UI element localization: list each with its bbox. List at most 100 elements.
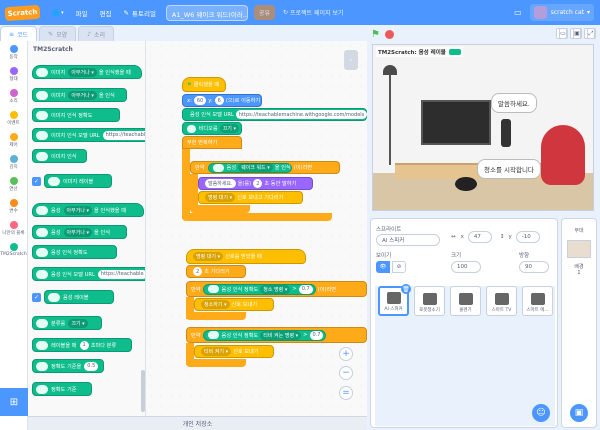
palette-block[interactable]: 이미지 아무거나 ▾ 을 인식했을 때 <box>32 65 142 79</box>
category-item[interactable]: 형태 <box>0 63 27 85</box>
y-input[interactable]: 6 <box>214 96 224 105</box>
wait-block[interactable]: 2 초 기다리기 <box>186 265 246 278</box>
video-dropdown[interactable]: 끄기 ▾ <box>219 124 239 133</box>
direction-input[interactable]: 90 <box>519 261 549 273</box>
category-item[interactable]: 연산 <box>0 173 27 195</box>
threshold-input-2[interactable]: 0.7 <box>309 330 324 340</box>
when-receive-block[interactable]: 명령 대기 ▾ 신호를 받았을 때 <box>186 249 306 264</box>
monitor-checkbox[interactable]: ✓ <box>32 293 41 302</box>
sprite-thumbnail[interactable]: 로봇청소기 <box>414 286 445 316</box>
palette-block[interactable]: 이미지 인식 모델 URL https://teachable <box>32 128 145 142</box>
category-item[interactable]: 동작 <box>0 41 27 63</box>
clean-broadcast-dropdown[interactable]: 청소하기 ▾ <box>201 300 230 309</box>
broadcast-tv-block[interactable]: 티비 켜기 ▾ 신호 보내기 <box>194 345 274 358</box>
sprite-thumbnail[interactable]: 스마트 TV <box>486 286 517 316</box>
palette-block[interactable]: 음성 아무거나 ▾ 을 인식했을 때 <box>32 203 144 217</box>
category-item[interactable]: 감지 <box>0 151 27 173</box>
green-flag-button[interactable]: ⚑ <box>371 29 380 40</box>
palette-block[interactable]: 이미지 레이블 <box>44 174 112 188</box>
category-item[interactable]: 변수 <box>0 195 27 217</box>
category-item[interactable]: 이벤트 <box>0 107 27 129</box>
broadcast-dropdown[interactable]: 명령 대기 ▾ <box>205 193 236 202</box>
forever-block[interactable]: 무한 반복하기 <box>182 136 242 149</box>
choose-sprite-button[interactable]: ☺ <box>532 404 550 422</box>
say-text-input[interactable]: 말씀하세요. <box>205 179 236 188</box>
code-workspace[interactable]: ⚑ 클릭했을 때 x: 60 y: 6 (으)로 이동하기 음성 인식 모델 U… <box>146 41 367 416</box>
zoom-out-button[interactable]: − <box>339 366 353 380</box>
palette-block[interactable]: 레이블을 매 1 초마다 분류 <box>32 338 132 352</box>
show-hidden-button[interactable]: ⊘ <box>392 261 406 273</box>
palette-block-input[interactable]: 1 <box>79 340 89 350</box>
palette-block-dropdown[interactable]: 아무거나 ▾ <box>63 205 93 215</box>
palette-block-dropdown[interactable]: 아무거나 ▾ <box>68 90 97 100</box>
say-secs-input[interactable]: 2 <box>253 179 263 188</box>
palette-block[interactable]: 이미지 인식 <box>32 149 87 163</box>
language-menu[interactable]: 🌐 ▾ <box>52 9 64 17</box>
palette-block[interactable]: 이미지 아무거나 ▾ 을 인식 <box>32 88 127 102</box>
sprite-thumbnail[interactable]: 콜렌기 <box>450 286 481 316</box>
palette-block[interactable]: 음성 인식 정확도 <box>32 245 117 259</box>
size-input[interactable]: 100 <box>451 261 481 273</box>
palette-block-dropdown[interactable]: 아무거나 ▾ <box>68 67 97 77</box>
palette-block-input[interactable]: https://teachable <box>102 130 145 140</box>
video-toggle-block[interactable]: 비디오를 끄기 ▾ <box>182 122 242 135</box>
project-title-input[interactable]: A1_W6 웨이크 워드(이러... <box>165 4 248 21</box>
palette-block-input[interactable]: https://teachable <box>97 269 145 279</box>
tab-code[interactable]: ≡ 코드 <box>0 26 38 41</box>
palette-block[interactable]: 음성 아무거나 ▾ 을 인식 <box>32 225 127 239</box>
user-menu[interactable]: scratch cat ▾ <box>529 4 594 21</box>
say-for-secs-block[interactable]: 말씀하세요. 을(를) 2 초 동안 말하기 <box>198 177 313 190</box>
category-item[interactable]: 나만의 블록 <box>0 217 27 239</box>
palette-block-dropdown[interactable]: 아무거나 ▾ <box>63 227 93 237</box>
share-button[interactable]: 공유 <box>253 5 275 20</box>
code-scrollbar[interactable]: › <box>344 50 358 70</box>
palette-block[interactable]: 음성 레이블 <box>44 290 114 304</box>
threshold-input-1[interactable]: 0.7 <box>298 284 313 294</box>
accuracy-condition-1[interactable]: 음성 인식 정확도 청소 명령 ▾ > 0.7 <box>202 283 316 295</box>
sprite-thumbnail[interactable]: 스마트 에... <box>522 286 553 316</box>
category-item[interactable]: TM2Scratch <box>0 239 27 261</box>
backpack[interactable]: 개인 저장소 <box>28 416 367 430</box>
receive-dropdown[interactable]: 명령 대기 ▾ <box>193 252 224 261</box>
category-item[interactable]: 소리 <box>0 85 27 107</box>
tab-sounds[interactable]: ♪ 소리 <box>78 26 115 41</box>
clean-command-dropdown[interactable]: 청소 명령 ▾ <box>260 284 291 294</box>
sprite-x-input[interactable]: 47 <box>467 231 492 243</box>
stage-thumbnail[interactable] <box>567 240 591 258</box>
see-project-page-button[interactable]: ↻ 프로젝트 페이지 보기 <box>283 8 344 17</box>
wait-secs-input[interactable]: 2 <box>193 267 203 276</box>
tutorials-menu[interactable]: ✎ 튜토리얼 <box>124 8 156 18</box>
palette-block-dropdown[interactable]: 끄기 ▾ <box>68 318 88 328</box>
if-tv-block[interactable]: 만약 음성 인식 정확도 티비 켜는 명령 ▾ > 0.7 <box>186 327 367 343</box>
sprite-thumbnail[interactable]: AI 스피커 🗑 <box>378 284 411 316</box>
category-item[interactable]: 제어 <box>0 129 27 151</box>
delete-sprite-icon[interactable]: 🗑 <box>401 284 411 294</box>
accuracy-condition-2[interactable]: 음성 인식 정확도 티비 켜는 명령 ▾ > 0.7 <box>202 329 327 341</box>
large-stage-button[interactable]: ▣ <box>570 28 582 39</box>
fullscreen-button[interactable]: ⤢ <box>584 28 596 39</box>
set-model-url-block[interactable]: 음성 인식 모델 URL https://teachablemachine.wi… <box>182 108 367 121</box>
wakeword-dropdown[interactable]: 웨이크 워드 ▾ <box>238 163 273 172</box>
scratch-logo[interactable]: Scratch <box>4 4 41 21</box>
add-extension-button[interactable]: ⊞ <box>0 388 28 416</box>
tv-broadcast-dropdown[interactable]: 티비 켜기 ▾ <box>201 347 232 356</box>
palette-block[interactable]: 정확도 기준을 0.5 <box>32 359 104 373</box>
monitor-checkbox[interactable]: ✓ <box>32 177 41 186</box>
if-clean-block[interactable]: 만약 음성 인식 정확도 청소 명령 ▾ > 0.7 (이)라면 <box>186 281 367 297</box>
sprite-y-input[interactable]: -10 <box>515 231 540 243</box>
palette-block[interactable]: 분류를 끄기 ▾ <box>32 316 102 330</box>
folder-icon[interactable]: ▭ <box>514 8 522 17</box>
palette-block[interactable]: 정확도 기준 <box>32 382 92 396</box>
sprite-name-input[interactable]: AI 스피커 <box>376 234 440 246</box>
x-input[interactable]: 60 <box>193 96 207 105</box>
show-visible-button[interactable]: 👁 <box>376 261 390 273</box>
palette-block[interactable]: 이미지 인식 정확도 <box>32 108 120 122</box>
choose-backdrop-button[interactable]: ▣ <box>570 404 588 422</box>
broadcast-clean-block[interactable]: 청소하기 ▾ 신호 보내기 <box>194 298 274 311</box>
zoom-in-button[interactable]: + <box>339 347 353 361</box>
zoom-reset-button[interactable]: = <box>339 386 353 400</box>
tv-command-dropdown[interactable]: 티비 켜는 명령 ▾ <box>260 330 302 340</box>
recognize-condition[interactable]: 음성 웨이크 워드 ▾ 을 인식 <box>207 162 292 173</box>
broadcast-wait-block[interactable]: 명령 대기 ▾ 신호 보내고 기다리기 <box>198 191 303 204</box>
model-url-input[interactable]: https://teachablemachine.withgoogle.com/… <box>235 110 367 119</box>
